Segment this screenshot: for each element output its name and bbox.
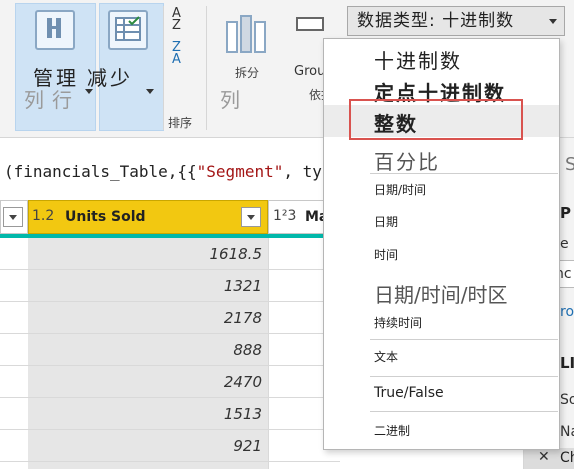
cell-units-sold[interactable]: 888 <box>28 334 262 366</box>
menu-separator <box>370 376 558 377</box>
cell-units-sold[interactable]: 1513 <box>28 398 262 430</box>
selection-highlight-outline <box>349 99 523 140</box>
columns-label: 列 <box>24 88 47 112</box>
group-label: Grou <box>294 64 326 79</box>
applied-step[interactable]: Na <box>560 424 574 440</box>
split-columns-label: 列 <box>220 88 243 112</box>
chevron-down-icon <box>549 19 557 24</box>
menu-item-label: 日期 <box>374 215 399 229</box>
rows-label: 行 <box>52 88 75 112</box>
table-row[interactable]: 1321 <box>0 270 340 302</box>
group-by-icon[interactable] <box>296 14 326 38</box>
menu-item-true-false[interactable]: True/False <box>324 385 559 405</box>
split-column-icon[interactable] <box>224 12 268 56</box>
column-filter-icon[interactable] <box>241 207 261 227</box>
menu-item-time[interactable]: 时间 <box>324 246 559 266</box>
menu-separator <box>370 173 558 174</box>
menu-item-binary[interactable]: 二进制 <box>324 422 559 442</box>
applied-step-selected[interactable]: ✕ Ch <box>524 448 574 469</box>
data-type-combo-text: 数据类型: 十进制数 <box>357 11 515 31</box>
applied-step[interactable]: So <box>560 392 574 408</box>
close-icon[interactable]: ✕ <box>538 449 550 465</box>
prev-column-filter-icon[interactable] <box>3 207 23 227</box>
pane-title: S <box>565 154 574 175</box>
menu-item-label: 文本 <box>374 350 399 364</box>
ribbon-separator <box>163 6 164 130</box>
ribbon-separator <box>206 6 207 130</box>
table-row[interactable]: 921 <box>0 430 340 462</box>
menu-separator <box>370 339 558 340</box>
table-row[interactable]: 888 <box>0 334 340 366</box>
table-row[interactable]: 2470 <box>0 366 340 398</box>
column-header-units-sold[interactable]: 1.2 Units Sold <box>28 200 268 234</box>
menu-item-duration[interactable]: 持续时间 <box>324 314 559 334</box>
reduce-label: 减少 <box>87 66 133 90</box>
sort-group-label: 排序 <box>168 116 193 130</box>
menu-item-label: 二进制 <box>374 424 411 438</box>
pane-section-applied-steps: LI <box>560 354 574 372</box>
menu-item-text[interactable]: 文本 <box>324 348 559 368</box>
menu-item-label: True/False <box>374 385 444 401</box>
column-name: Units Sold <box>65 209 146 225</box>
table-row[interactable]: 1513 <box>0 398 340 430</box>
split-label: 拆分 <box>235 66 260 80</box>
decimal-type-icon[interactable]: 1.2 <box>32 208 54 224</box>
pane-name-label: e <box>560 236 569 252</box>
cell-units-sold[interactable]: 1321 <box>28 270 262 302</box>
data-type-combobox[interactable]: 数据类型: 十进制数 <box>347 6 565 36</box>
pane-all-properties-link[interactable]: ro <box>560 304 574 320</box>
menu-item-label: 日期/时间/时区 <box>374 283 508 307</box>
cell-units-sold[interactable]: 2178 <box>28 302 262 334</box>
formula-suffix: , ty <box>283 162 322 181</box>
menu-item-percentage[interactable]: 百分比 <box>324 146 559 176</box>
menu-item-label: 百分比 <box>374 150 440 174</box>
table-row[interactable]: 2178 <box>0 302 340 334</box>
power-query-editor: 管理 减少 列 行 AZ ZA 排序 拆分 列 Grou 依据 数据类型: 十进… <box>0 0 574 469</box>
menu-item-decimal[interactable]: 十进制数 <box>324 45 559 75</box>
integer-type-icon[interactable]: 1²3 <box>273 208 296 224</box>
menu-item-date[interactable]: 日期 <box>324 213 559 233</box>
reduce-dropdown-caret-icon[interactable] <box>146 89 154 94</box>
menu-separator <box>370 411 558 412</box>
cell-units-sold[interactable]: 2470 <box>28 366 262 398</box>
menu-item-label: 时间 <box>374 248 399 262</box>
cell-units-sold[interactable]: 1618.5 <box>28 238 263 270</box>
cell-units-sold[interactable]: 921 <box>28 430 262 462</box>
sort-ascending-icon[interactable]: AZ <box>172 7 192 32</box>
table-row[interactable]: 1618.5 <box>0 238 340 270</box>
manage-dropdown-caret-icon[interactable] <box>85 89 93 94</box>
formula-prefix: (financials_Table,{{ <box>4 162 197 181</box>
formula-string: "Segment" <box>196 162 284 181</box>
pane-section-properties: P <box>560 204 571 222</box>
menu-item-label: 十进制数 <box>374 49 462 73</box>
sort-descending-icon[interactable]: ZA <box>172 41 192 66</box>
data-grid: 1.2 Units Sold 1²3 Ma 1618.5 1321 2178 8… <box>0 200 340 469</box>
menu-item-label: 日期/时间 <box>374 183 427 197</box>
manage-columns-icon <box>35 10 75 50</box>
applied-step-label: Ch <box>560 450 574 466</box>
formula-bar[interactable]: (financials_Table,{{"Segment", ty <box>0 152 340 192</box>
menu-item-datetimezone[interactable]: 日期/时间/时区 <box>324 279 559 309</box>
menu-item-label: 持续时间 <box>374 316 423 330</box>
reduce-rows-icon <box>108 10 148 50</box>
menu-item-datetime[interactable]: 日期/时间 <box>324 181 559 201</box>
prev-column-header[interactable] <box>0 200 28 234</box>
